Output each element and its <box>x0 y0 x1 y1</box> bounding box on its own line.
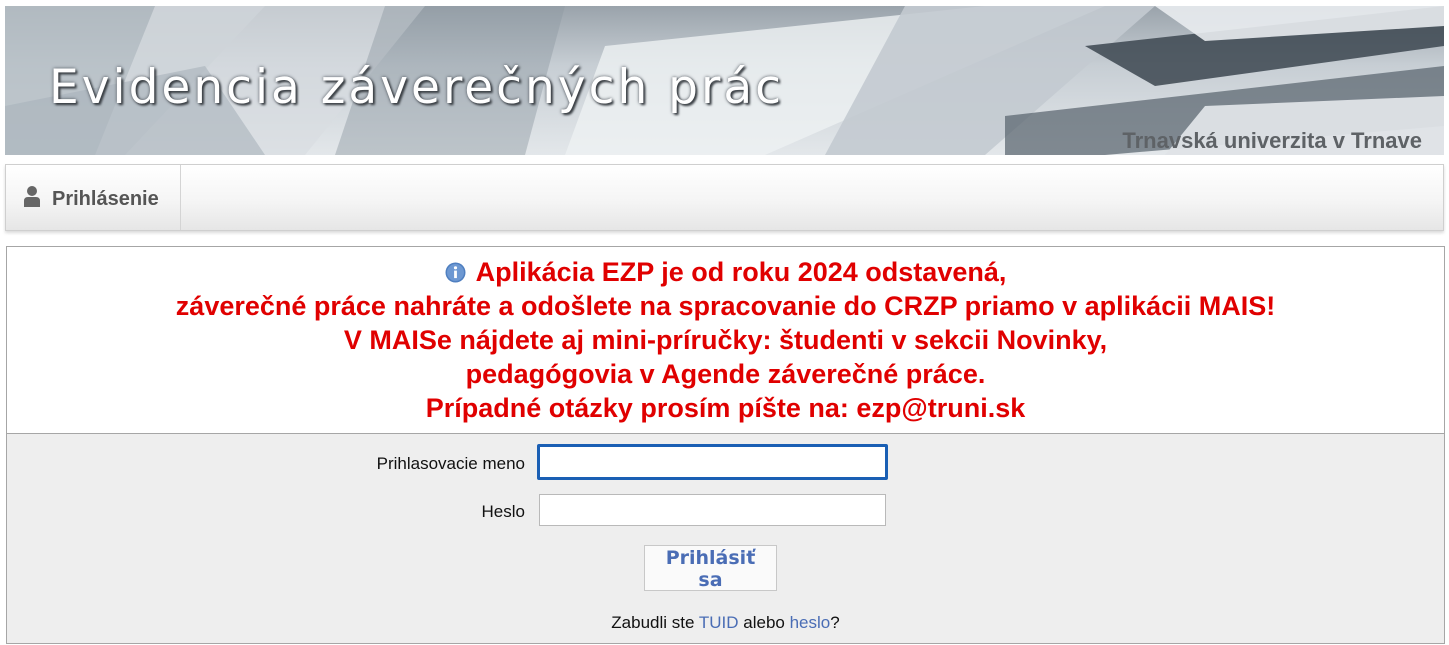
nav-item-login[interactable]: Prihlásenie <box>6 165 181 230</box>
username-label: Prihlasovacie meno <box>376 454 525 473</box>
notice-line-4: pedagógovia v Agende záverečné práce. <box>465 359 986 389</box>
notice-text-1: Aplikácia EZP je od roku 2024 odstavená, <box>475 257 1007 287</box>
main-navbar: Prihlásenie <box>5 164 1444 231</box>
app-title: Evidencia záverečných prác <box>49 60 784 115</box>
login-panel: Aplikácia EZP je od roku 2024 odstavená,… <box>6 246 1445 644</box>
forgot-prefix: Zabudli ste <box>611 613 699 632</box>
user-icon <box>24 186 40 207</box>
password-input[interactable] <box>539 494 886 526</box>
notice-line-1: Aplikácia EZP je od roku 2024 odstavená, <box>7 255 1444 289</box>
header-banner: Evidencia záverečných prác Trnavská univ… <box>5 6 1444 155</box>
login-form: Prihlasovacie meno Heslo Prihlásiť sa Za… <box>7 434 1444 643</box>
forgot-tuid-link[interactable]: TUID <box>699 613 739 632</box>
forgot-middle: alebo <box>738 613 790 632</box>
forgot-credentials: Zabudli ste TUID alebo heslo? <box>7 613 1444 633</box>
notice-line-5: Prípadné otázky prosím píšte na: ezp@tru… <box>425 393 1026 423</box>
password-label: Heslo <box>481 502 525 521</box>
university-name: Trnavská univerzita v Trnave <box>1122 128 1422 153</box>
notice-line-2: záverečné práce nahráte a odošlete na sp… <box>175 291 1276 321</box>
forgot-suffix: ? <box>830 613 840 632</box>
notice-line-3: V MAISe nájdete aj mini-príručky: študen… <box>343 325 1108 355</box>
forgot-password-link[interactable]: heslo <box>790 613 831 632</box>
nav-item-login-label: Prihlásenie <box>52 188 159 210</box>
info-icon <box>445 262 466 283</box>
login-button[interactable]: Prihlásiť sa <box>644 545 777 591</box>
notice-box: Aplikácia EZP je od roku 2024 odstavená,… <box>7 247 1444 434</box>
username-input[interactable] <box>537 444 888 480</box>
